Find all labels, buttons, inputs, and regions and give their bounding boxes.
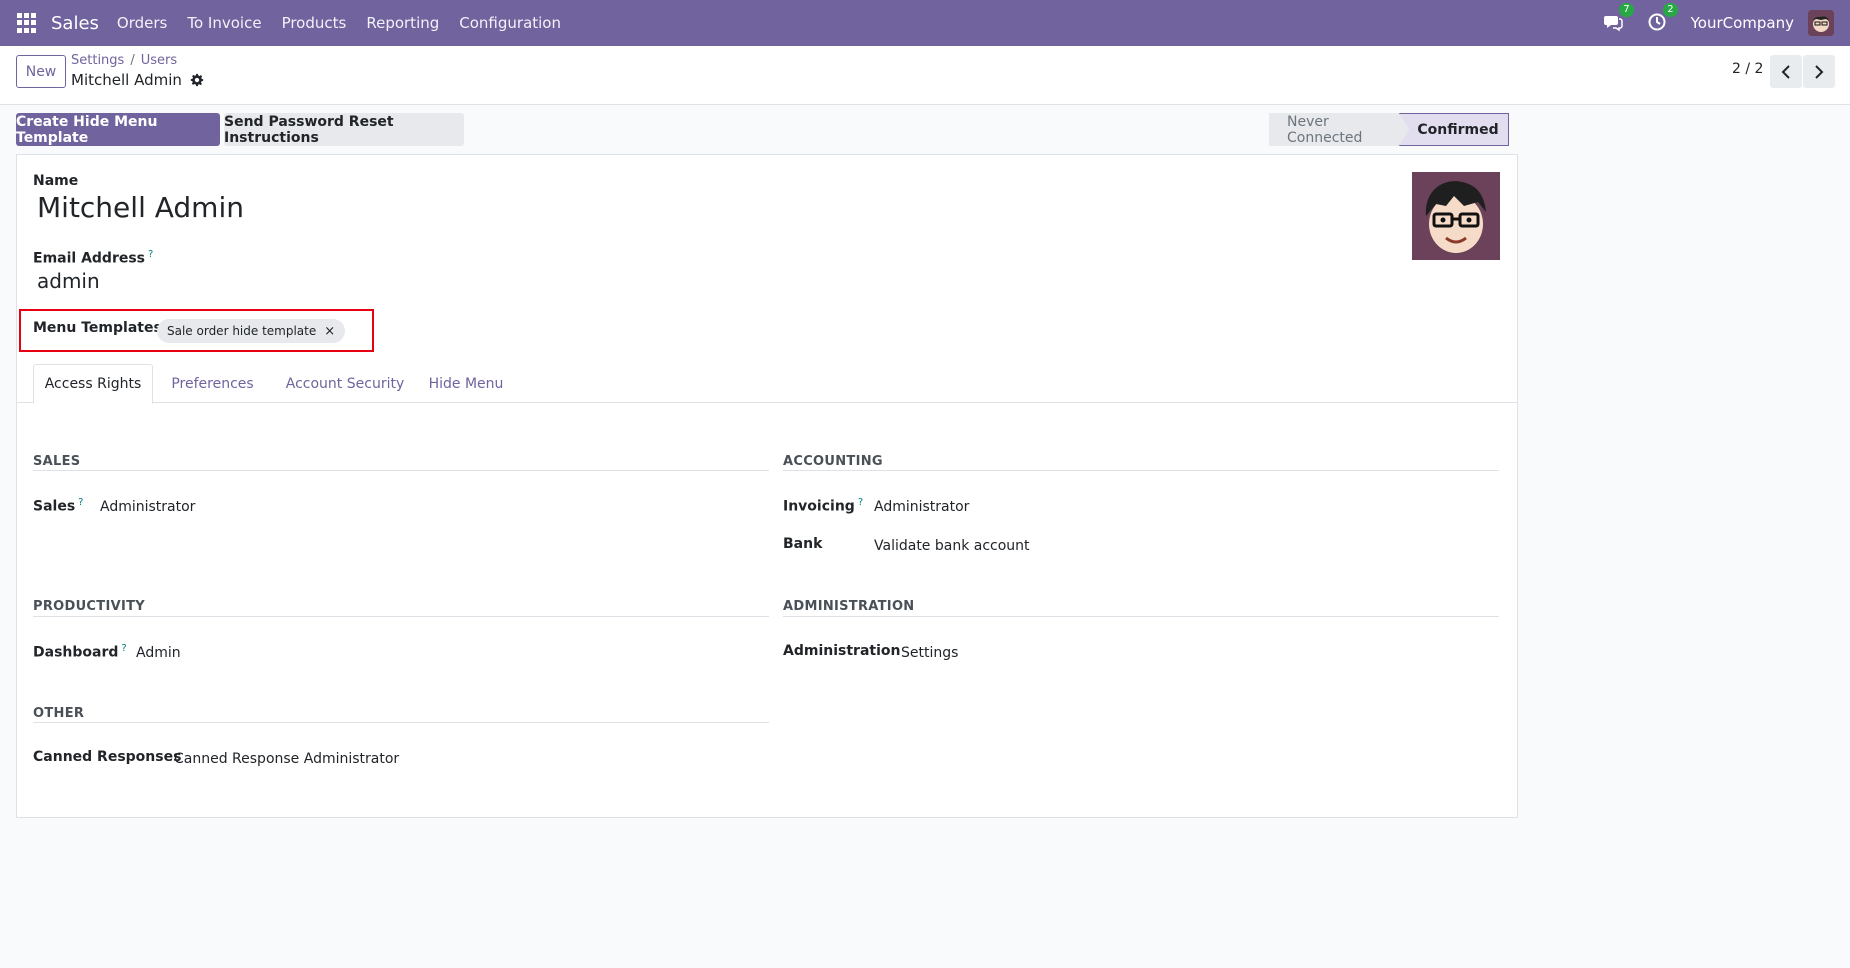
- dashboard-label-row: Dashboard?: [33, 643, 127, 661]
- invoicing-rights-select[interactable]: Administrator: [874, 499, 969, 515]
- sales-label: Sales: [33, 498, 76, 515]
- status-bar: Never Connected Confirmed: [1269, 113, 1509, 146]
- form-sheet: Name Mitchell Admin Email Address? admin…: [16, 154, 1518, 818]
- status-never-connected[interactable]: Never Connected: [1269, 113, 1409, 146]
- tab-account-security[interactable]: Account Security: [275, 364, 415, 403]
- name-field[interactable]: Mitchell Admin: [37, 191, 244, 224]
- chevron-left-icon: [1781, 64, 1790, 79]
- new-button[interactable]: New: [16, 55, 66, 88]
- section-divider: [33, 470, 769, 471]
- section-other-title: OTHER: [33, 706, 85, 721]
- pager-value: 2 / 2: [1732, 61, 1764, 77]
- menu-orders[interactable]: Orders: [107, 14, 177, 32]
- invoicing-label: Invoicing: [783, 498, 855, 515]
- email-help-icon[interactable]: ?: [148, 249, 153, 260]
- tab-hide-menu[interactable]: Hide Menu: [421, 364, 511, 403]
- menu-to-invoice[interactable]: To Invoice: [177, 14, 271, 32]
- user-photo[interactable]: [1412, 172, 1500, 260]
- breadcrumb-separator: /: [130, 53, 135, 68]
- notebook-tabs: Access Rights Preferences Account Securi…: [17, 364, 1517, 404]
- activities-badge: 2: [1663, 3, 1678, 17]
- menu-configuration[interactable]: Configuration: [449, 14, 571, 32]
- breadcrumb-users[interactable]: Users: [141, 53, 177, 68]
- canned-responses-select[interactable]: Canned Response Administrator: [174, 751, 399, 767]
- breadcrumb-settings[interactable]: Settings: [71, 53, 124, 68]
- dashboard-label: Dashboard: [33, 644, 119, 661]
- section-sales-title: SALES: [33, 454, 81, 469]
- section-divider: [783, 616, 1499, 617]
- record-title: Mitchell Admin: [71, 71, 182, 89]
- gear-icon[interactable]: [190, 73, 204, 87]
- menu-reporting[interactable]: Reporting: [356, 14, 449, 32]
- section-productivity-title: PRODUCTIVITY: [33, 599, 145, 614]
- canned-responses-label: Canned Responses: [33, 749, 182, 765]
- invoicing-help-icon[interactable]: ?: [858, 497, 863, 508]
- section-divider: [33, 616, 769, 617]
- section-divider: [783, 470, 1499, 471]
- sales-rights-select[interactable]: Administrator: [100, 499, 195, 515]
- apps-menu-icon[interactable]: [17, 13, 37, 33]
- sales-label-row: Sales?: [33, 497, 83, 515]
- user-avatar[interactable]: [1808, 10, 1834, 36]
- menu-template-tag[interactable]: Sale order hide template ×: [157, 319, 346, 343]
- messages-icon[interactable]: 7: [1603, 3, 1634, 34]
- sales-help-icon[interactable]: ?: [78, 497, 83, 508]
- section-administration-title: ADMINISTRATION: [783, 599, 915, 614]
- email-label-row: Email Address?: [33, 249, 153, 267]
- dashboard-rights-select[interactable]: Admin: [136, 645, 181, 661]
- bank-label: Bank: [783, 536, 823, 552]
- company-switcher[interactable]: YourCompany: [1691, 14, 1794, 32]
- email-label: Email Address: [33, 250, 146, 267]
- send-password-reset-button[interactable]: Send Password Reset Instructions: [224, 113, 464, 146]
- dashboard-help-icon[interactable]: ?: [121, 643, 126, 654]
- breadcrumb: Settings / Users: [71, 53, 177, 68]
- record-title-row: Mitchell Admin: [71, 71, 204, 89]
- activities-clock-icon[interactable]: 2: [1647, 3, 1678, 34]
- messages-badge: 7: [1619, 3, 1634, 17]
- app-name[interactable]: Sales: [51, 13, 99, 34]
- tag-remove-icon[interactable]: ×: [324, 324, 335, 339]
- invoicing-label-row: Invoicing?: [783, 497, 863, 515]
- status-confirmed[interactable]: Confirmed: [1399, 113, 1509, 146]
- name-label: Name: [33, 173, 79, 189]
- tab-preferences[interactable]: Preferences: [160, 364, 265, 403]
- section-accounting-title: ACCOUNTING: [783, 454, 883, 469]
- menu-products[interactable]: Products: [272, 14, 357, 32]
- chevron-right-icon: [1815, 64, 1824, 79]
- tab-access-rights[interactable]: Access Rights: [33, 364, 153, 404]
- menu-template-tag-label: Sale order hide template: [167, 324, 317, 338]
- administration-label: Administration: [783, 643, 901, 659]
- pager-previous-button[interactable]: [1770, 55, 1802, 88]
- create-hide-menu-template-button[interactable]: Create Hide Menu Template: [16, 113, 220, 146]
- pager-next-button[interactable]: [1803, 55, 1835, 88]
- email-field[interactable]: admin: [37, 269, 100, 293]
- top-navbar: Sales Orders To Invoice Products Reporti…: [0, 0, 1850, 46]
- section-divider: [33, 722, 769, 723]
- menu-templates-label: Menu Templates: [33, 320, 162, 336]
- control-panel: New Settings / Users Mitchell Admin 2 / …: [0, 46, 1850, 105]
- bank-rights-select[interactable]: Validate bank account: [874, 538, 1030, 554]
- administration-rights-select[interactable]: Settings: [901, 645, 958, 661]
